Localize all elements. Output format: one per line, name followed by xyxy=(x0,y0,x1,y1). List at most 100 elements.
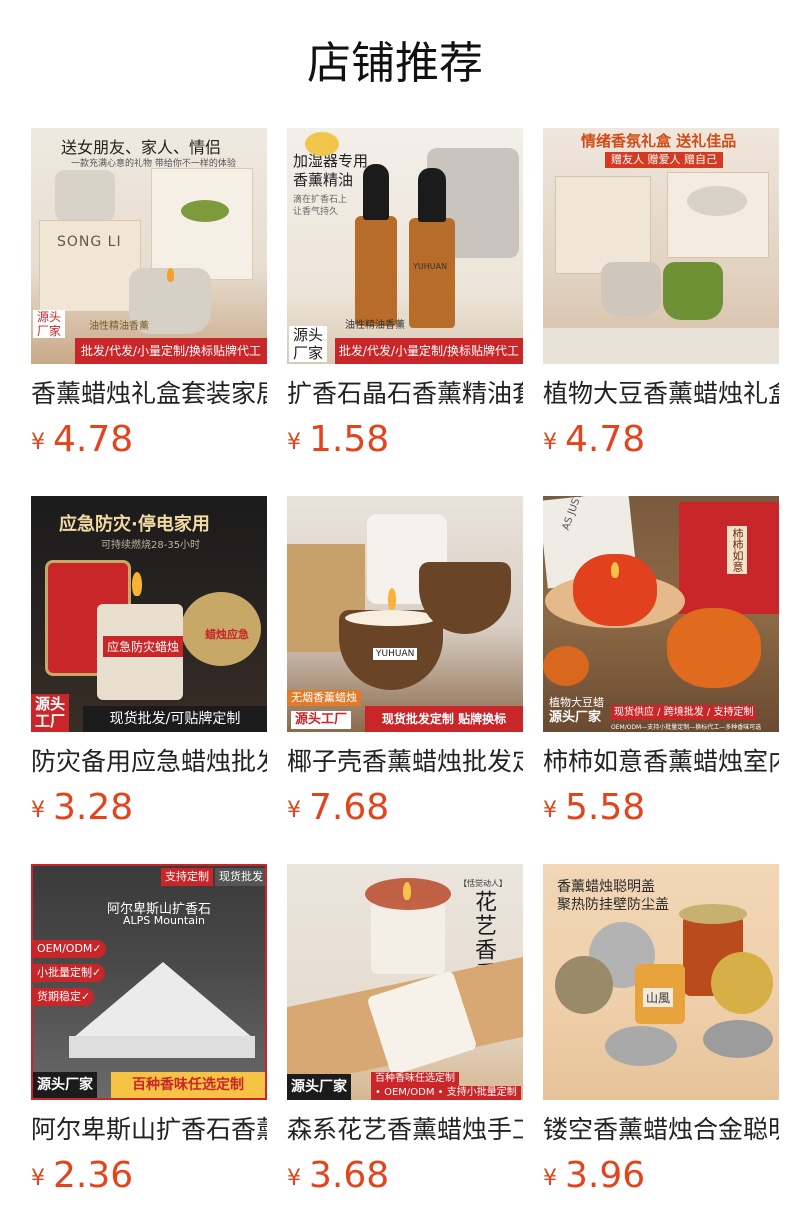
product-image[interactable]: 加湿器专用 香薰精油 滴在扩香石上 让香气持久 YUHUAN 源头 厂家 油性精… xyxy=(287,128,523,364)
image-subline: 滴在扩香石上 让香气持久 xyxy=(293,195,348,217)
dropper-cap xyxy=(418,168,446,222)
product-card[interactable]: 加湿器专用 香薰精油 滴在扩香石上 让香气持久 YUHUAN 源头 厂家 油性精… xyxy=(287,128,523,466)
product-card[interactable]: 香薰蜡烛聪明盖 聚热防挂壁防尘盖 山風 镂空香薰蜡烛合金聪明 ¥3.96 xyxy=(543,864,779,1202)
product-card[interactable]: 情绪香氛礼盒 送礼佳品 赠友人 赠爱人 赠自己 植物大豆香薰蜡烛礼盒 ¥4.78 xyxy=(543,128,779,466)
image-headline: 应急防灾·停电家用 xyxy=(59,514,210,535)
product-image[interactable]: AS JUST 柿柿如意 植物大豆蜡 源头厂家 现货供应 / 跨境批发 / 支持… xyxy=(543,496,779,732)
lace-lid xyxy=(555,956,613,1014)
candle-jar xyxy=(55,170,115,224)
candle-brand: YUHUAN xyxy=(373,648,418,660)
brand-label: SONG LI xyxy=(57,234,122,250)
oil-label: 油性精油香薰 xyxy=(345,320,405,331)
product-name[interactable]: 阿尔卑斯山扩香石香薰 xyxy=(31,1110,267,1150)
page-title: 店铺推荐 xyxy=(307,38,483,89)
product-image[interactable]: 【恬觉动人】 花艺香熏 源头厂家 百种香味任选定制 • OEM/ODM • 支持… xyxy=(287,864,523,1100)
image-headline: 加湿器专用 香薰精油 xyxy=(293,152,369,189)
product-price: ¥3.96 xyxy=(543,1156,779,1202)
currency-symbol: ¥ xyxy=(287,1166,301,1191)
oil-bottle xyxy=(355,216,397,326)
product-price: ¥3.28 xyxy=(31,788,267,834)
image-subline: ALPS Mountain xyxy=(123,914,206,927)
candle-wax xyxy=(345,610,437,626)
candle-lid xyxy=(687,186,747,216)
product-image[interactable]: 支持定制 现货批发 阿尔卑斯山扩香石 ALPS Mountain OEM/ODM… xyxy=(31,864,267,1100)
source-badge: 源头 厂家 xyxy=(289,326,328,362)
product-name[interactable]: 柿柿如意香薰蜡烛室内 xyxy=(543,742,779,782)
product-card[interactable]: 送女朋友、家人、情侣 一款充满心意的礼物 带给你不一样的体验 SONG LI 源… xyxy=(31,128,267,466)
price-value: 4.78 xyxy=(53,419,134,460)
candle-flame xyxy=(132,572,142,596)
currency-symbol: ¥ xyxy=(543,1166,557,1191)
product-name[interactable]: 镂空香薰蜡烛合金聪明 xyxy=(543,1110,779,1150)
product-image[interactable]: 香薰蜡烛聪明盖 聚热防挂壁防尘盖 山風 xyxy=(543,864,779,1100)
source-badge: 源头厂家 xyxy=(287,1074,351,1100)
currency-symbol: ¥ xyxy=(31,1166,45,1191)
product-name[interactable]: 防灾备用应急蜡烛批发 xyxy=(31,742,267,782)
promo-text: 现货供应 / 跨境批发 / 支持定制 xyxy=(611,705,757,720)
candle-flame xyxy=(167,268,174,282)
image-headline: 送女朋友、家人、情侣 xyxy=(61,138,222,157)
price-value: 3.96 xyxy=(565,1155,646,1196)
gold-lid xyxy=(711,952,773,1014)
product-image[interactable]: 应急防灾·停电家用 可持续燃烧28-35小时 蜡烛应急 应急防灾蜡烛 源头 工厂… xyxy=(31,496,267,732)
product-name[interactable]: 森系花艺香薰蜡烛手工 xyxy=(287,1110,523,1150)
stone-candle xyxy=(601,262,661,316)
product-name[interactable]: 椰子壳香薰蜡烛批发定 xyxy=(287,742,523,782)
price-value: 2.36 xyxy=(53,1155,134,1196)
oil-bottle xyxy=(409,218,455,328)
bottle-brand: YUHUAN xyxy=(413,262,448,271)
source-badge: 源头厂家 xyxy=(549,710,602,725)
product-image[interactable]: 送女朋友、家人、情侣 一款充满心意的礼物 带给你不一样的体验 SONG LI 源… xyxy=(31,128,267,364)
dropper-cap xyxy=(363,164,389,220)
product-card[interactable]: AS JUST 柿柿如意 植物大豆蜡 源头厂家 现货供应 / 跨境批发 / 支持… xyxy=(543,496,779,834)
soy-label: 植物大豆蜡 xyxy=(549,696,604,709)
currency-symbol: ¥ xyxy=(287,430,301,455)
flower-decoration xyxy=(305,132,339,156)
table-surface xyxy=(543,328,779,364)
product-image[interactable]: YUHUAN 无烟香薰蜡烛 源头工厂 现货批发定制 贴牌换标 xyxy=(287,496,523,732)
smokeless-label: 无烟香薰蜡烛 xyxy=(287,690,361,706)
promo-subtext: OEM/ODM—支持小批量定制—换标代工—多种香味可选 xyxy=(611,724,762,731)
product-name[interactable]: 植物大豆香薰蜡烛礼盒 xyxy=(543,374,779,414)
currency-symbol: ¥ xyxy=(543,430,557,455)
price-value: 4.78 xyxy=(565,419,646,460)
product-card[interactable]: 应急防灾·停电家用 可持续燃烧28-35小时 蜡烛应急 应急防灾蜡烛 源头 工厂… xyxy=(31,496,267,834)
product-card[interactable]: 【恬觉动人】 花艺香熏 源头厂家 百种香味任选定制 • OEM/ODM • 支持… xyxy=(287,864,523,1202)
price-value: 7.68 xyxy=(309,787,390,828)
price-value: 3.68 xyxy=(309,1155,390,1196)
candle-flame xyxy=(403,882,411,900)
scent-label: 百种香味任选定制 xyxy=(371,1072,459,1086)
stone-base xyxy=(69,1036,255,1058)
candle-jar xyxy=(371,902,445,974)
jar-label: 应急防灾蜡烛 xyxy=(103,636,184,657)
currency-symbol: ¥ xyxy=(31,798,45,823)
stock-tag: 现货批发 xyxy=(215,868,265,886)
product-card[interactable]: 支持定制 现货批发 阿尔卑斯山扩香石 ALPS Mountain OEM/ODM… xyxy=(31,864,267,1202)
product-price: ¥7.68 xyxy=(287,788,523,834)
product-card[interactable]: YUHUAN 无烟香薰蜡烛 源头工厂 现货批发定制 贴牌换标 椰子壳香薰蜡烛批发… xyxy=(287,496,523,834)
persimmon-lid xyxy=(543,646,589,686)
product-name[interactable]: 香薰蜡烛礼盒套装家居 xyxy=(31,374,267,414)
small-caption: 【恬觉动人】 xyxy=(459,879,507,888)
tin-label: 蜡烛应急 xyxy=(205,628,249,641)
promo-strip: 批发/代发/小量定制/换标贴牌代工 xyxy=(335,338,523,364)
product-price: ¥3.68 xyxy=(287,1156,523,1202)
oil-label: 油性精油香薰 xyxy=(89,321,149,332)
product-image[interactable]: 情绪香氛礼盒 送礼佳品 赠友人 赠爱人 赠自己 xyxy=(543,128,779,364)
gift-box xyxy=(555,176,651,274)
promo-strip: 现货批发/可贴牌定制 xyxy=(83,706,267,732)
image-subline: 赠友人 赠爱人 赠自己 xyxy=(605,152,723,168)
currency-symbol: ¥ xyxy=(31,430,45,455)
product-price: ¥2.36 xyxy=(31,1156,267,1202)
product-name[interactable]: 扩香石晶石香薰精油套 xyxy=(287,374,523,414)
currency-symbol: ¥ xyxy=(287,798,301,823)
price-value: 3.28 xyxy=(53,787,134,828)
source-badge: 源头厂家 xyxy=(33,1072,97,1098)
price-value: 5.58 xyxy=(565,787,646,828)
silver-lid xyxy=(605,1026,677,1066)
mountain-stone xyxy=(73,962,253,1038)
product-price: ¥4.78 xyxy=(31,420,267,466)
gift-box-open xyxy=(151,168,253,280)
persimmon-candle xyxy=(667,608,761,688)
image-headline: 香薰蜡烛聪明盖 聚热防挂壁防尘盖 xyxy=(557,879,669,913)
